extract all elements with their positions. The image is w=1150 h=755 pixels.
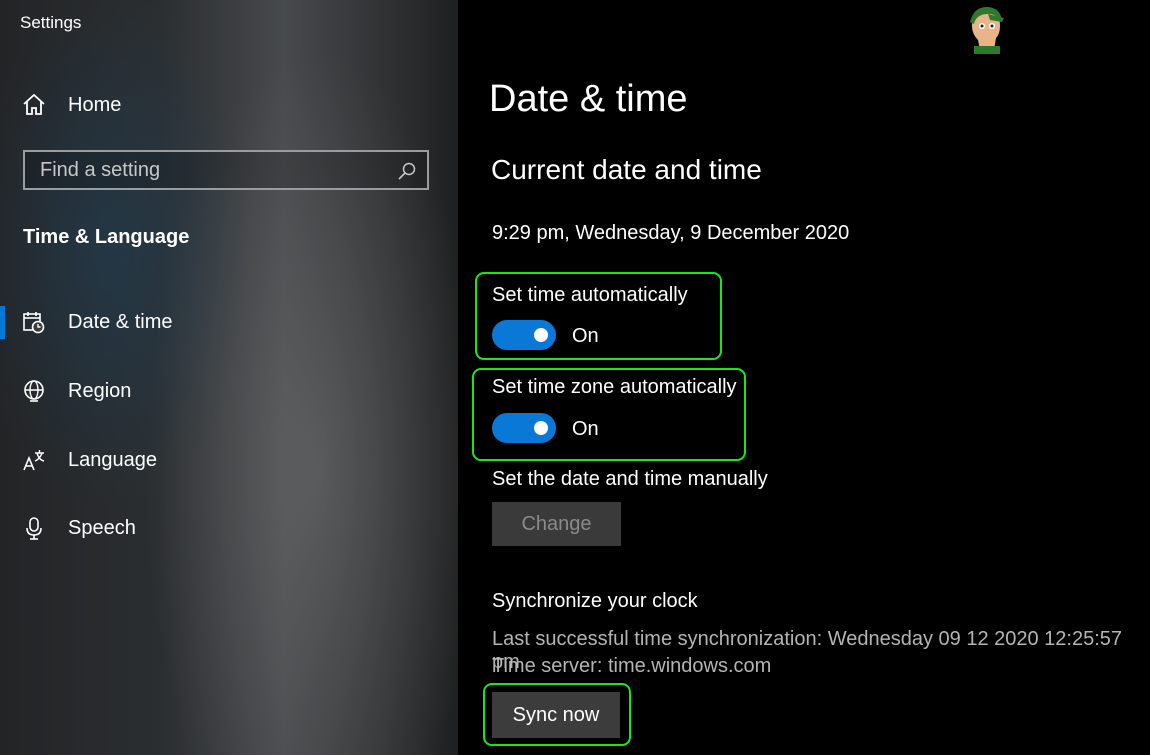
sidebar: Settings Home Time & Language Date & tim…	[0, 0, 458, 755]
sidebar-item-region[interactable]: Region	[22, 374, 131, 408]
home-icon	[23, 93, 45, 115]
window-title: Settings	[20, 13, 82, 32]
search-input[interactable]	[25, 152, 395, 188]
globe-icon	[24, 380, 44, 402]
sidebar-item-language[interactable]: Language	[22, 443, 157, 477]
section-heading-current: Current date and time	[491, 154, 762, 185]
calendar-clock-icon	[23, 312, 45, 334]
microphone-icon	[26, 517, 42, 540]
active-indicator	[0, 306, 5, 339]
language-icon	[23, 450, 45, 471]
change-button[interactable]: Change	[492, 502, 621, 546]
sync-heading: Synchronize your clock	[492, 590, 698, 612]
nav-home-label: Home	[68, 93, 122, 116]
nav-home[interactable]: Home	[22, 88, 121, 122]
sidebar-item-label: Language	[68, 448, 157, 471]
set-time-auto-toggle[interactable]	[492, 320, 556, 350]
search-icon[interactable]	[397, 161, 417, 181]
page-title: Date & time	[489, 78, 688, 120]
toggle-knob	[534, 421, 548, 435]
time-server-text: Time server: time.windows.com	[492, 655, 772, 677]
set-time-auto-label: Set time automatically	[492, 284, 688, 306]
sync-now-button[interactable]: Sync now	[492, 692, 620, 738]
main-content: Date & time Current date and time 9:29 p…	[458, 0, 1150, 755]
set-time-auto-state: On	[572, 325, 599, 347]
sidebar-item-date-time[interactable]: Date & time	[22, 305, 172, 339]
sidebar-item-label: Date & time	[68, 310, 173, 333]
sidebar-item-label: Speech	[68, 516, 136, 539]
toggle-knob	[534, 328, 548, 342]
section-title: Time & Language	[23, 226, 190, 248]
set-timezone-auto-label: Set time zone automatically	[492, 376, 737, 398]
search-box[interactable]	[23, 150, 429, 190]
set-timezone-auto-toggle[interactable]	[492, 413, 556, 443]
sidebar-item-speech[interactable]: Speech	[22, 511, 136, 545]
sidebar-item-label: Region	[68, 379, 132, 402]
set-timezone-auto-state: On	[572, 418, 599, 440]
manual-label: Set the date and time manually	[492, 468, 768, 490]
current-datetime: 9:29 pm, Wednesday, 9 December 2020	[492, 222, 850, 244]
